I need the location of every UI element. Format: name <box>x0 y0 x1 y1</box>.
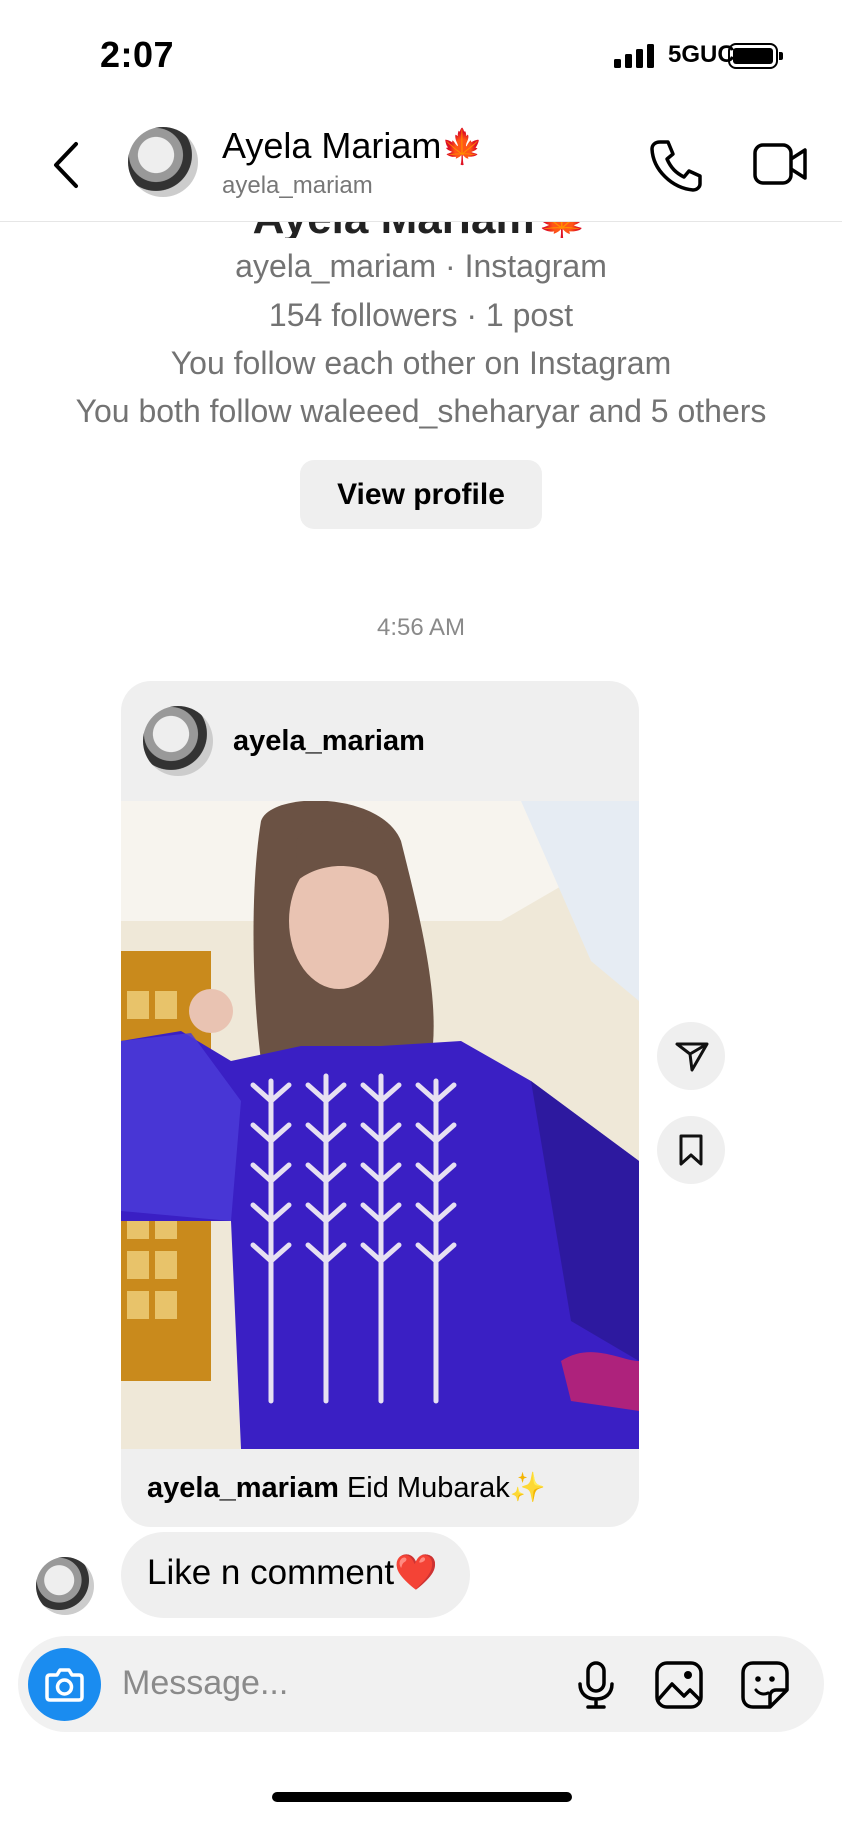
shared-post-card[interactable]: ayela_mariam ayela_mariam Eid Mubarak✨ <box>121 681 639 1527</box>
message-composer <box>18 1636 824 1732</box>
microphone-icon[interactable] <box>574 1660 618 1715</box>
view-profile-button[interactable]: View profile <box>300 460 542 529</box>
status-bar: 2:07 5GUC <box>0 0 842 110</box>
profile-mutual-follow-line: You follow each other on Instagram <box>170 345 672 381</box>
signal-icon <box>614 44 654 68</box>
send-icon <box>675 1042 709 1072</box>
message-timestamp: 4:56 AM <box>376 614 466 641</box>
home-indicator <box>272 1792 572 1802</box>
message-bubble[interactable]: Like n comment❤️ <box>121 1532 470 1618</box>
post-author-username[interactable]: ayela_mariam <box>233 725 425 758</box>
save-post-button[interactable] <box>657 1116 725 1184</box>
message-input[interactable] <box>122 1664 482 1703</box>
profile-followed-by-line: You both follow waleeed_sheharyar and 5 … <box>75 393 767 429</box>
profile-handle-line: ayela_mariam · Instagram <box>235 248 607 284</box>
header-name[interactable]: Ayela Mariam🍁 <box>222 125 484 167</box>
sticker-icon[interactable] <box>740 1660 790 1715</box>
sender-avatar[interactable] <box>36 1557 94 1615</box>
profile-name-partial: Ayela Mariam🍁 <box>0 222 842 238</box>
post-author-avatar[interactable] <box>143 706 213 776</box>
camera-button[interactable] <box>28 1648 101 1721</box>
video-camera-icon[interactable] <box>752 140 808 193</box>
post-caption: ayela_mariam Eid Mubarak✨ <box>147 1472 546 1504</box>
share-post-button[interactable] <box>657 1022 725 1090</box>
chat-header: Ayela Mariam🍁 ayela_mariam <box>0 110 842 222</box>
profile-stats-line: 154 followers · 1 post <box>268 297 574 333</box>
battery-icon <box>728 43 783 69</box>
phone-icon[interactable] <box>648 136 702 197</box>
header-avatar[interactable] <box>128 127 198 197</box>
back-chevron-icon[interactable] <box>44 136 94 194</box>
header-username: ayela_mariam <box>222 172 373 199</box>
gallery-icon[interactable] <box>654 1660 704 1715</box>
post-photo[interactable] <box>121 801 639 1449</box>
network-label: 5GUC <box>668 41 735 68</box>
camera-icon <box>45 1668 84 1702</box>
status-time: 2:07 <box>100 34 175 75</box>
bookmark-icon <box>679 1134 703 1166</box>
